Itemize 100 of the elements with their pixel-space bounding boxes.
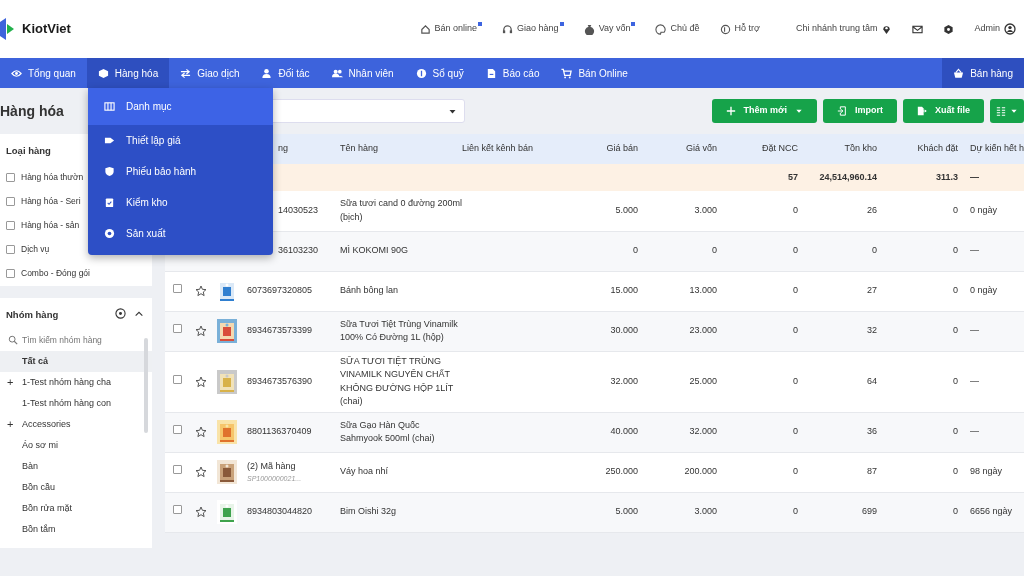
nav-tab[interactable]: Bán Online <box>550 58 639 88</box>
grid-icon <box>104 101 115 112</box>
product-code: 14030523 <box>278 204 320 217</box>
table-cell: 64 <box>867 375 877 386</box>
column-header[interactable]: Giá vốn <box>685 143 717 154</box>
group-item[interactable]: Bồn tắm <box>22 523 56 537</box>
row-checkbox[interactable] <box>173 284 182 294</box>
nav-tab[interactable]: Hàng hóa <box>86 58 170 88</box>
top-link[interactable]: Hỗ trợ <box>719 22 760 36</box>
nav-tab[interactable]: Sổ quỹ <box>404 58 475 88</box>
row-checkbox[interactable] <box>173 465 182 475</box>
product-name: MÌ KOKOMI 90G <box>340 245 408 256</box>
product-code: 6073697320805 <box>247 284 314 298</box>
row-checkbox[interactable] <box>173 374 182 384</box>
row-checkbox[interactable] <box>173 425 182 435</box>
page-title: Hàng hóa <box>0 101 64 121</box>
table-cell: 36 <box>867 426 877 437</box>
add-circle-icon[interactable] <box>115 308 126 320</box>
column-header[interactable]: Tên hàng <box>340 143 379 154</box>
top-link[interactable]: Bán online <box>419 22 483 36</box>
star-icon[interactable] <box>195 375 207 388</box>
menu-item[interactable]: Kiểm kho <box>88 187 273 218</box>
menu-item[interactable]: Danh mục <box>88 88 273 125</box>
top-link[interactable]: Chủ đề <box>655 22 700 36</box>
user-menu[interactable]: Admin <box>974 22 1016 36</box>
table-cell: 13.000 <box>689 285 717 296</box>
scrollbar[interactable] <box>144 338 148 433</box>
column-header[interactable]: Dự kiến hết h <box>970 143 1024 154</box>
product-name: Váy hoa nhí <box>340 466 389 477</box>
type-checkbox[interactable]: Hàng hóa thườn <box>6 165 84 190</box>
table-cell: 25.000 <box>689 375 717 386</box>
top-link[interactable]: Vay vốn <box>583 22 636 36</box>
table-cell: 0 <box>953 205 958 215</box>
table-cell: 26 <box>867 205 877 215</box>
top-link[interactable]: Giao hàng <box>502 22 564 36</box>
table-cell: 98 ngày <box>970 466 1003 477</box>
row-checkbox[interactable] <box>173 505 182 515</box>
table-cell: 15.000 <box>610 285 638 296</box>
column-header[interactable]: Khách đặt <box>917 143 958 154</box>
nav-tab[interactable]: Tổng quan <box>0 58 87 88</box>
group-item[interactable]: Tất cả <box>22 355 48 369</box>
type-checkbox[interactable]: Combo - Đóng gói <box>6 261 90 286</box>
table-cell: 3.000 <box>694 205 717 215</box>
coin-icon <box>415 67 427 79</box>
nav-tab[interactable]: Nhân viên <box>320 58 405 88</box>
type-checkbox[interactable]: Hàng hóa - Seri <box>6 189 81 214</box>
mail-icon[interactable] <box>912 23 924 35</box>
group-item[interactable]: Bàn <box>22 460 38 474</box>
group-item[interactable]: Bồn cầu <box>22 481 56 495</box>
star-icon[interactable] <box>195 466 207 478</box>
eye-icon <box>11 67 22 79</box>
group-item[interactable]: Accessories <box>22 418 71 432</box>
menu-item[interactable]: Thiết lập giá <box>88 125 273 156</box>
column-header[interactable]: Tồn kho <box>844 143 877 154</box>
type-checkbox[interactable]: Hàng hóa - sản <box>6 213 80 238</box>
summary-value: 311.3 <box>935 171 958 182</box>
menu-item[interactable]: Phiếu bảo hành <box>88 156 273 187</box>
star-icon[interactable] <box>195 285 207 297</box>
expand-toggle[interactable]: + <box>7 377 14 389</box>
group-item[interactable]: Áo sơ mi <box>22 439 58 453</box>
nav-tab[interactable]: Giao dịch <box>169 58 251 88</box>
box-icon <box>97 67 109 79</box>
group-item[interactable]: Bồn rửa mặt <box>22 502 73 516</box>
column-header[interactable]: ng <box>278 143 288 154</box>
money-bag-icon <box>583 23 595 35</box>
table-cell: 0 ngày <box>970 205 998 215</box>
star-icon[interactable] <box>195 325 207 337</box>
shield-icon <box>104 166 115 177</box>
search-icon <box>8 335 18 346</box>
plus-icon <box>725 106 736 116</box>
table-cell: 23.000 <box>689 325 717 336</box>
table-cell: 0 <box>953 426 958 437</box>
people-icon <box>331 67 343 79</box>
type-checkbox[interactable]: Dịch vụ <box>6 237 50 262</box>
group-item[interactable]: 1-Test nhóm hàng cha <box>22 376 112 390</box>
table-cell: 0 <box>953 506 958 517</box>
columns-icon <box>996 106 1006 116</box>
star-icon[interactable] <box>195 506 207 518</box>
column-header[interactable]: Giá bán <box>606 143 638 154</box>
group-item[interactable]: 1-Test nhóm hàng con <box>22 397 112 411</box>
person-icon <box>261 67 273 79</box>
nav-tab[interactable]: Đối tác <box>250 58 321 88</box>
logo-icon <box>0 18 14 40</box>
column-header[interactable]: Liên kết kênh bán <box>462 143 534 154</box>
table-cell: 0 <box>793 375 798 386</box>
nav-tab[interactable]: Báo cáo <box>474 58 551 88</box>
star-icon[interactable] <box>195 426 207 438</box>
column-header[interactable]: Đặt NCC <box>762 143 798 154</box>
panel-title: Nhóm hàng <box>6 308 59 322</box>
table-cell: — <box>970 245 979 256</box>
branch-selector[interactable]: Chi nhánh trung tâm <box>795 22 893 36</box>
row-checkbox[interactable] <box>173 324 182 334</box>
table-cell: 3.000 <box>694 506 717 517</box>
settings-icon[interactable] <box>943 23 955 35</box>
table-cell: 0 <box>793 506 798 517</box>
headset-icon <box>502 23 514 35</box>
expand-toggle[interactable]: + <box>7 419 14 431</box>
home-icon <box>419 23 431 35</box>
sell-button[interactable]: Bán hàng <box>942 58 1024 88</box>
menu-item[interactable]: Sản xuất <box>88 218 273 249</box>
